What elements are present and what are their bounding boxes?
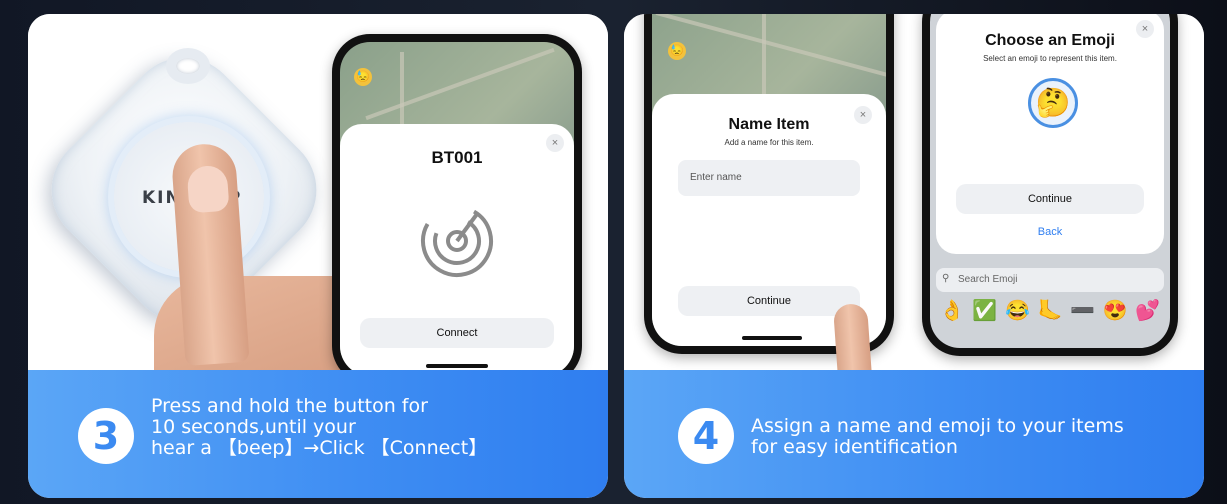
search-icon: ⚲ xyxy=(942,273,950,284)
caption-line: hear a 【beep】→Click 【Connect】 xyxy=(151,437,488,459)
emoji-search-input[interactable]: Search Emoji xyxy=(936,268,1164,292)
back-link[interactable]: Back xyxy=(936,226,1164,238)
home-indicator xyxy=(742,336,802,340)
map-road xyxy=(762,14,766,102)
dialog-title: Choose an Emoji xyxy=(985,32,1115,49)
keyring-hole xyxy=(166,48,210,84)
sheet-subtitle: Add a name for this item. xyxy=(724,138,814,147)
emoji-option[interactable]: 😍 xyxy=(1103,298,1128,323)
continue-button[interactable]: Continue xyxy=(678,286,860,316)
connect-sheet: × BT001 Connect xyxy=(340,124,574,376)
dialog-subtitle: Select an emoji to represent this item. xyxy=(983,54,1117,63)
device-title: BT001 xyxy=(431,148,483,167)
caption-line: Assign a name and emoji to your items xyxy=(751,415,1124,437)
step-3-illustration: KINDOEP 😓 × BT001 Connect xyxy=(28,14,608,396)
step-4-caption: 4 Assign a name and emoji to your items … xyxy=(624,370,1204,498)
sheet-title: Name Item xyxy=(728,116,810,133)
step-3-caption: 3 Press and hold the button for 10 secon… xyxy=(28,370,608,498)
home-indicator xyxy=(426,364,488,368)
phone-screen: 😓 × Name Item Add a name for this item. … xyxy=(652,14,886,346)
emoji-option[interactable]: 👌 xyxy=(940,298,965,323)
map-pin-emoji: 😓 xyxy=(668,42,686,60)
name-input[interactable]: Enter name xyxy=(678,160,860,196)
radar-icon xyxy=(421,205,493,277)
step-4-illustration: 😓 × Name Item Add a name for this item. … xyxy=(624,14,1204,396)
step-4-text: Assign a name and emoji to your items fo… xyxy=(751,416,1124,458)
emoji-option[interactable]: 🦶 xyxy=(1038,298,1063,323)
emoji-row: 👌 ✅ 😂 🦶 ➖ 😍 💕 xyxy=(936,298,1164,323)
emoji-option[interactable]: ✅ xyxy=(972,298,997,323)
step-number: 3 xyxy=(78,408,134,464)
selected-emoji[interactable]: 🤔 xyxy=(1028,78,1078,128)
step-number: 4 xyxy=(678,408,734,464)
emoji-option[interactable]: 💕 xyxy=(1135,298,1160,323)
continue-button[interactable]: Continue xyxy=(956,184,1144,214)
emoji-dialog: × Choose an Emoji Select an emoji to rep… xyxy=(936,14,1164,254)
map-road xyxy=(655,14,886,77)
step-3-text: Press and hold the button for 10 seconds… xyxy=(151,396,487,459)
emoji-option[interactable]: 😂 xyxy=(1005,298,1030,323)
phone-choose-emoji: × Choose an Emoji Select an emoji to rep… xyxy=(922,14,1178,356)
map-road xyxy=(365,47,555,121)
caption-line: 10 seconds,until your xyxy=(151,416,356,438)
step-3-panel: KINDOEP 😓 × BT001 Connect xyxy=(28,14,608,498)
caption-line: Press and hold the button for xyxy=(151,395,428,417)
caption-line: for easy identification xyxy=(751,436,958,458)
map-pin-emoji: 😓 xyxy=(354,68,372,86)
phone-screen: 😓 × BT001 Connect xyxy=(340,42,574,376)
step-4-panel: 😓 × Name Item Add a name for this item. … xyxy=(624,14,1204,498)
phone-connect: 😓 × BT001 Connect xyxy=(332,34,582,384)
phone-screen: × Choose an Emoji Select an emoji to rep… xyxy=(930,14,1170,348)
emoji-option[interactable]: ➖ xyxy=(1070,298,1095,323)
connect-button[interactable]: Connect xyxy=(360,318,554,348)
phone-name-item: 😓 × Name Item Add a name for this item. … xyxy=(644,14,894,354)
